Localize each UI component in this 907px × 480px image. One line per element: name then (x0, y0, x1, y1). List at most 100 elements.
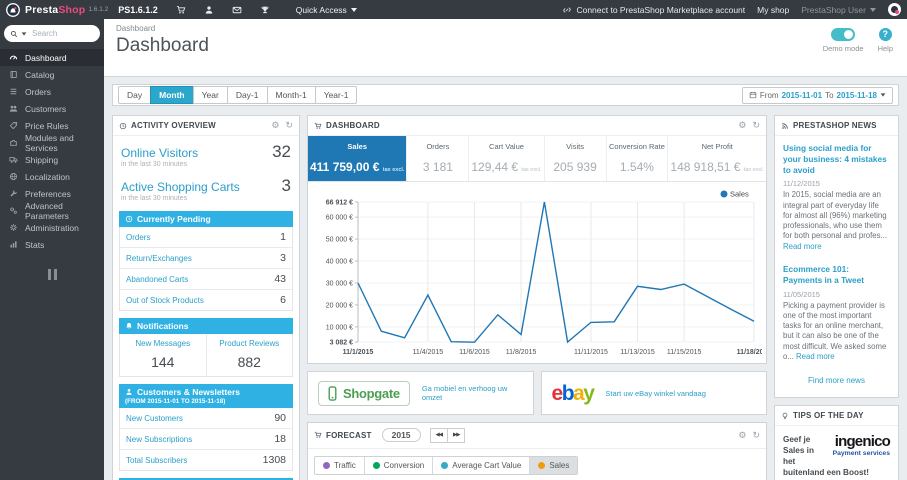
svg-text:11/18/2015: 11/18/2015 (737, 349, 762, 356)
news-article-title[interactable]: Using social media for your business: 4 … (783, 143, 890, 175)
kpi-net-profit[interactable]: Net Profit 148 918,51 € tax excl. (667, 136, 766, 181)
kpi-row: Sales 411 759,00 € tax excl. Orders 3 18… (308, 136, 766, 182)
kpi-visits[interactable]: Visits 205 939 (543, 136, 606, 181)
help-icon[interactable]: ? (878, 28, 892, 41)
panel-settings-icon[interactable]: ⚙ (738, 121, 746, 130)
sidebar-item-administration[interactable]: Administration (0, 219, 104, 236)
brand-name[interactable]: PrestaShop (25, 4, 85, 16)
mail-icon[interactable] (232, 5, 242, 15)
legend-traffic[interactable]: Traffic (315, 457, 364, 474)
new-messages-link[interactable]: New Messages (122, 339, 204, 348)
main-area: Dashboard Dashboard Demo mode ? Help Day… (104, 19, 907, 480)
svg-text:11/6/2015: 11/6/2015 (459, 349, 490, 356)
legend-average-cart-value[interactable]: Average Cart Value (432, 456, 529, 474)
sidebar-item-shipping[interactable]: Shipping (0, 151, 104, 168)
sidebar-item-advanced-parameters[interactable]: Advanced Parameters (0, 201, 104, 221)
orders-link[interactable]: Orders (126, 233, 150, 242)
legend-sales[interactable]: Sales (529, 456, 578, 474)
panel-title: TIPS OF THE DAY (793, 411, 864, 421)
panel-refresh-icon[interactable]: ↻ (752, 121, 760, 130)
svg-text:3 082 €: 3 082 € (330, 340, 353, 347)
search-icon[interactable] (10, 30, 18, 38)
sidebar-item-customers[interactable]: Customers (0, 100, 104, 117)
sidebar-search[interactable] (4, 25, 100, 42)
user-avatar[interactable] (888, 3, 901, 16)
customers-newsletters-header: Customers & Newsletters (FROM 2015-11-01… (119, 384, 293, 408)
search-input[interactable] (30, 28, 84, 39)
shopgate-logo[interactable]: Shopgate (318, 380, 410, 406)
abandoned-carts-link[interactable]: Abandoned Carts (126, 275, 188, 284)
kpi-cart-value[interactable]: Cart Value 129,44 € tax excl. (468, 136, 543, 181)
new-subscriptions-link[interactable]: New Subscriptions (126, 435, 192, 444)
sidebar-item-dashboard[interactable]: Dashboard (0, 49, 104, 66)
cart-icon[interactable] (176, 5, 186, 15)
truck-icon (9, 155, 18, 164)
active-shopping-carts-link[interactable]: Active Shopping Carts (121, 180, 240, 194)
sidebar-item-preferences[interactable]: Preferences (0, 185, 104, 202)
read-more-link[interactable]: Read more (783, 242, 822, 251)
my-shop-link[interactable]: My shop (757, 5, 789, 15)
lightbulb-icon (781, 412, 789, 420)
panel-settings-icon[interactable]: ⚙ (271, 121, 279, 130)
range-month-button[interactable]: Month (150, 86, 194, 104)
svg-text:11/15/2015: 11/15/2015 (667, 349, 702, 356)
product-reviews-link[interactable]: Product Reviews (209, 339, 291, 348)
user-menu[interactable]: PrestaShop User (801, 5, 876, 15)
sidebar-item-catalog[interactable]: Catalog (0, 66, 104, 83)
fast-forward-icon[interactable]: ▶▶ (447, 428, 466, 443)
date-range-picker[interactable]: From 2015-11-01 To 2015-11-18 (741, 86, 893, 104)
collapse-menu-icon[interactable] (0, 267, 104, 285)
legend-conversion[interactable]: Conversion (363, 456, 432, 474)
search-scope-caret-icon[interactable] (21, 31, 27, 36)
news-article-title[interactable]: Ecommerce 101: Payments in a Tweet (783, 264, 890, 286)
quick-access-menu[interactable]: Quick Access (296, 5, 357, 15)
prestashop-news-panel: PRESTASHOP NEWS Using social media for y… (774, 115, 899, 399)
range-year-button[interactable]: Year (192, 86, 228, 104)
kpi-orders[interactable]: Orders 3 181 (406, 136, 468, 181)
trophy-icon[interactable] (260, 5, 270, 15)
chevron-down-icon (880, 93, 886, 97)
sidebar-item-stats[interactable]: Stats (0, 236, 104, 253)
find-more-news-link[interactable]: Find more news (775, 364, 898, 397)
panel-title: FORECAST (326, 430, 372, 440)
svg-text:11/8/2015: 11/8/2015 (506, 349, 537, 356)
prestashop-logo-icon[interactable] (6, 2, 20, 17)
marketplace-connect-link[interactable]: Connect to PrestaShop Marketplace accoun… (562, 5, 745, 15)
sidebar-item-price-rules[interactable]: Price Rules (0, 117, 104, 134)
tag-icon (9, 121, 18, 130)
ingenico-logo[interactable]: ingenico Payment services (820, 434, 891, 457)
svg-text:11/4/2015: 11/4/2015 (413, 349, 444, 356)
demo-mode-toggle[interactable] (831, 28, 856, 41)
customer-icon[interactable] (204, 5, 214, 15)
online-visitors-link[interactable]: Online Visitors (121, 146, 198, 160)
sidebar-item-modules-and-services[interactable]: Modules and Services (0, 133, 104, 153)
ebay-promo-link[interactable]: Start uw eBay winkel vandaag (605, 389, 705, 398)
read-more-link[interactable]: Read more (796, 352, 835, 361)
active-shopping-carts-value: 3 (281, 176, 291, 195)
kpi-sales[interactable]: Sales 411 759,00 € tax excl. (308, 136, 407, 181)
range-month-1-button[interactable]: Month-1 (266, 86, 316, 104)
page-header: Dashboard Dashboard Demo mode ? Help (104, 19, 907, 77)
shopgate-promo-link[interactable]: Ga mobiel en verhoog uw omzet (422, 384, 523, 402)
sidebar-item-localization[interactable]: Localization (0, 168, 104, 185)
table-row: Abandoned Carts 43 (120, 268, 292, 289)
breadcrumb[interactable]: Dashboard (116, 24, 895, 33)
fast-backward-icon[interactable]: ◀◀ (429, 428, 448, 443)
panel-refresh-icon[interactable]: ↻ (752, 430, 760, 440)
svg-text:10 000 €: 10 000 € (326, 324, 353, 331)
panel-settings-icon[interactable]: ⚙ (738, 430, 746, 440)
range-day-1-button[interactable]: Day-1 (226, 86, 268, 104)
returns-link[interactable]: Return/Exchanges (126, 254, 192, 263)
panel-refresh-icon[interactable]: ↻ (285, 121, 293, 130)
sidebar-item-orders[interactable]: Orders (0, 83, 104, 100)
kpi-conversion-rate[interactable]: Conversion Rate 1.54% (605, 136, 668, 181)
range-year-1-button[interactable]: Year-1 (314, 86, 358, 104)
range-day-button[interactable]: Day (118, 86, 152, 104)
svg-text:30 000 €: 30 000 € (326, 280, 353, 287)
conversion-dot-icon (372, 461, 380, 469)
new-customers-link[interactable]: New Customers (126, 414, 183, 423)
total-subscribers-link[interactable]: Total Subscribers (126, 456, 187, 465)
out-of-stock-link[interactable]: Out of Stock Products (126, 296, 204, 305)
ebay-logo[interactable]: ebay (552, 383, 595, 404)
bell-icon (125, 322, 133, 330)
